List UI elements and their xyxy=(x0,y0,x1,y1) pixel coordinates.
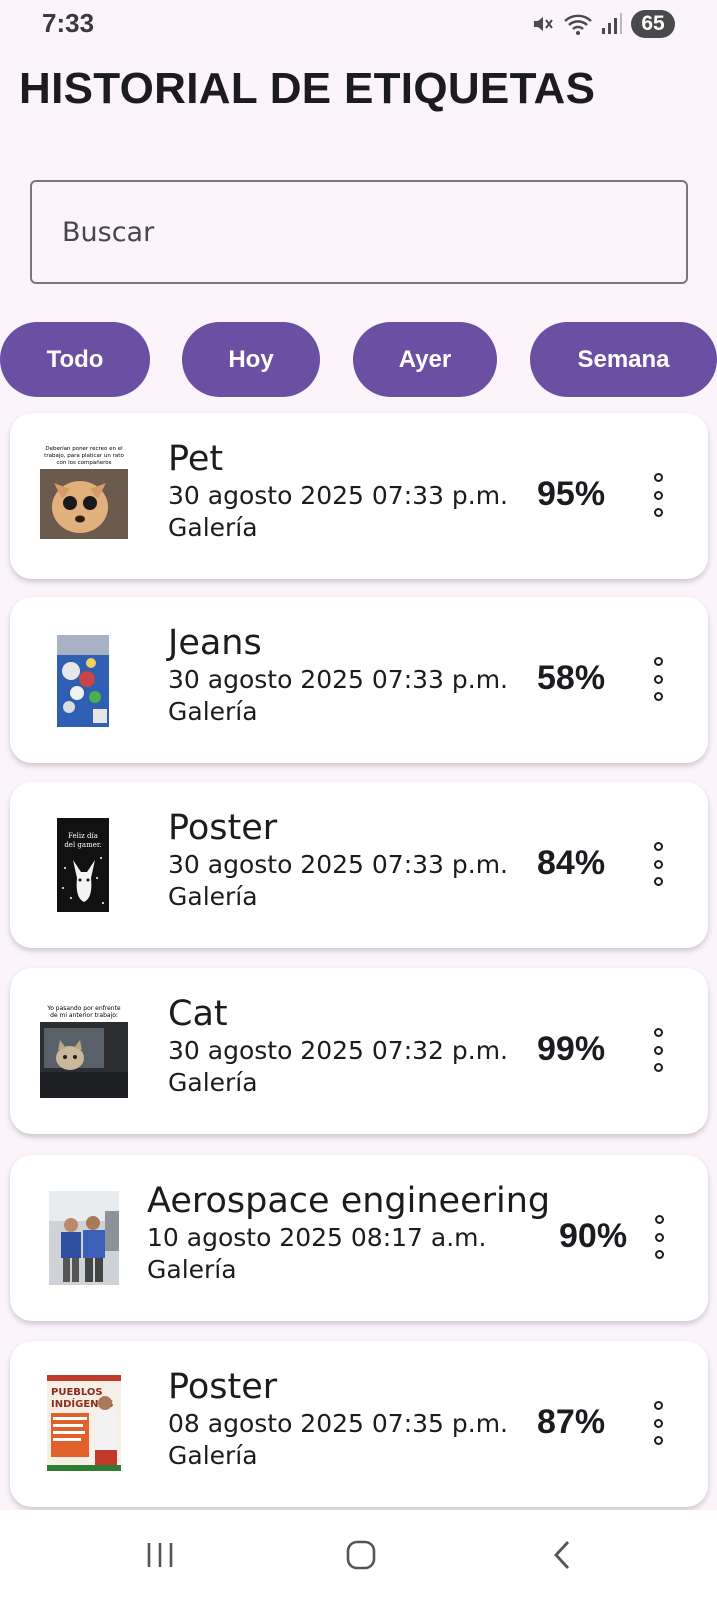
item-date: 30 agosto 2025 07:32 p.m. xyxy=(168,1036,508,1065)
item-text: Poster 30 agosto 2025 07:33 p.m. Galería xyxy=(168,808,508,913)
filter-chip-todo[interactable]: Todo xyxy=(0,322,150,397)
item-text: Poster 08 agosto 2025 07:35 p.m. Galería xyxy=(168,1367,508,1472)
battery-indicator: 65 xyxy=(631,10,675,38)
history-item[interactable]: Jeans 30 agosto 2025 07:33 p.m. Galería … xyxy=(10,597,708,763)
filter-chip-hoy[interactable]: Hoy xyxy=(182,322,320,397)
signal-icon xyxy=(601,12,623,36)
item-thumbnail: Yo pasando por enfrente de mi anterior t… xyxy=(40,1002,128,1098)
svg-text:Yo pasando por enfrente: Yo pasando por enfrente xyxy=(46,1005,121,1012)
system-nav-bar xyxy=(0,1510,717,1600)
more-vert-icon[interactable] xyxy=(643,657,673,701)
item-confidence: 58% xyxy=(537,659,606,697)
wifi-icon xyxy=(563,12,593,36)
svg-text:Feliz día: Feliz día xyxy=(68,832,98,840)
item-source: Galería xyxy=(168,513,258,542)
item-date: 30 agosto 2025 07:33 p.m. xyxy=(168,481,508,510)
svg-text:Deberían poner recreo en el: Deberían poner recreo en el xyxy=(45,445,123,452)
status-time: 7:33 xyxy=(42,8,95,38)
item-confidence: 99% xyxy=(537,1030,606,1068)
filter-chip-ayer[interactable]: Ayer xyxy=(353,322,497,397)
item-text: Jeans 30 agosto 2025 07:33 p.m. Galería xyxy=(168,623,508,728)
item-confidence: 84% xyxy=(537,844,606,882)
item-source: Galería xyxy=(168,1441,258,1470)
more-vert-icon[interactable] xyxy=(643,1028,673,1072)
item-text: Aerospace engineering 10 agosto 2025 08:… xyxy=(147,1181,550,1286)
item-label: Aerospace engineering xyxy=(147,1181,551,1221)
svg-text:trabajo, para platicar un rato: trabajo, para platicar un rato xyxy=(44,453,124,459)
item-source: Galería xyxy=(168,697,258,726)
more-vert-icon[interactable] xyxy=(643,473,673,517)
item-confidence: 90% xyxy=(559,1217,628,1255)
item-source: Galería xyxy=(168,1068,258,1097)
item-date: 30 agosto 2025 07:33 p.m. xyxy=(168,850,508,879)
page-title: HISTORIAL DE ETIQUETAS xyxy=(19,64,596,113)
search-input[interactable] xyxy=(62,216,686,248)
home-icon[interactable] xyxy=(336,1532,386,1578)
more-vert-icon[interactable] xyxy=(643,1401,673,1445)
item-date: 08 agosto 2025 07:35 p.m. xyxy=(168,1409,508,1438)
history-item[interactable]: Feliz día del gamer. Poster 30 agosto 20… xyxy=(10,782,708,948)
history-item[interactable]: Deberían poner recreo en el trabajo, par… xyxy=(10,413,708,579)
history-item[interactable]: Yo pasando por enfrente de mi anterior t… xyxy=(10,968,708,1134)
item-thumbnail xyxy=(57,635,109,727)
svg-text:PUEBLOS: PUEBLOS xyxy=(51,1387,103,1398)
item-label: Cat xyxy=(168,994,228,1034)
item-date: 30 agosto 2025 07:33 p.m. xyxy=(168,665,508,694)
more-vert-icon[interactable] xyxy=(644,1215,674,1259)
svg-text:de mi anterior trabajo:: de mi anterior trabajo: xyxy=(50,1012,118,1019)
mute-icon xyxy=(531,12,555,36)
item-label: Poster xyxy=(168,808,278,848)
status-icons: 65 xyxy=(531,8,675,40)
item-thumbnail: Deberían poner recreo en el trabajo, par… xyxy=(40,443,128,539)
more-vert-icon[interactable] xyxy=(643,842,673,886)
item-source: Galería xyxy=(168,882,258,911)
item-source: Galería xyxy=(147,1255,237,1284)
item-thumbnail xyxy=(49,1191,119,1285)
back-icon[interactable] xyxy=(537,1532,587,1578)
status-bar: 7:33 65 xyxy=(0,0,717,48)
item-text: Cat 30 agosto 2025 07:32 p.m. Galería xyxy=(168,994,508,1099)
search-box[interactable] xyxy=(30,180,688,284)
item-thumbnail: Feliz día del gamer. xyxy=(57,818,109,912)
history-item[interactable]: Aerospace engineering 10 agosto 2025 08:… xyxy=(10,1155,708,1321)
svg-text:con los compañeros: con los compañeros xyxy=(57,460,112,466)
recents-icon[interactable] xyxy=(135,1532,185,1578)
item-thumbnail: PUEBLOS INDÍGENAS xyxy=(47,1375,121,1471)
item-confidence: 87% xyxy=(537,1403,606,1441)
svg-text:del gamer.: del gamer. xyxy=(64,841,101,849)
item-label: Poster xyxy=(168,1367,278,1407)
item-text: Pet 30 agosto 2025 07:33 p.m. Galería xyxy=(168,439,508,544)
item-date: 10 agosto 2025 08:17 a.m. xyxy=(147,1223,487,1252)
item-label: Jeans xyxy=(168,623,262,663)
item-confidence: 95% xyxy=(537,475,606,513)
filter-chip-semana[interactable]: Semana xyxy=(530,322,717,397)
history-item[interactable]: PUEBLOS INDÍGENAS Poster 08 agosto 2025 … xyxy=(10,1341,708,1507)
item-label: Pet xyxy=(168,439,224,479)
